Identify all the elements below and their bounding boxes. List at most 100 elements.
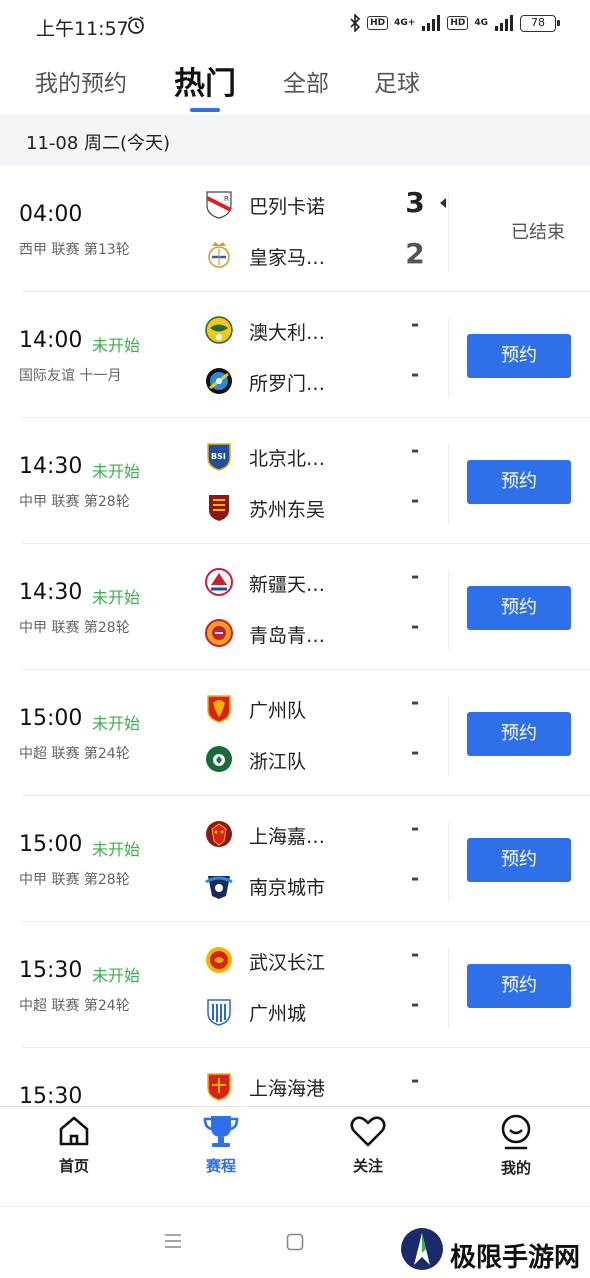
match-time: 14:00: [19, 328, 83, 353]
away-team-name: 南京城市: [249, 877, 326, 899]
match-time: 04:00: [19, 202, 83, 227]
home-team-name: 新疆天…: [249, 574, 326, 596]
match-league: 国际友谊 十一月: [19, 368, 122, 384]
away-score: -: [410, 614, 420, 638]
watermark-logo: 极限手游网: [400, 1227, 590, 1277]
system-home-icon[interactable]: [286, 1233, 304, 1251]
divider: [448, 318, 449, 398]
away-team-name: 所罗门…: [249, 373, 326, 395]
match-state: 未开始: [92, 588, 141, 607]
tab-bar: 我的预约 热门 全部 足球: [0, 52, 590, 114]
home-team-name: 上海海港: [249, 1078, 326, 1100]
match-row[interactable]: 15:30 未开始 中超 联赛 第24轮 武汉长江 广州城 - - 预约: [19, 922, 590, 1048]
home-icon: [59, 1116, 89, 1146]
divider: [448, 192, 449, 272]
nav-schedule-label: 赛程: [205, 1157, 236, 1175]
signal-icon: [495, 15, 513, 31]
bottom-nav: 首页 赛程 关注 我的: [0, 1106, 590, 1206]
away-team-name: 浙江队: [249, 751, 307, 773]
home-score: -: [410, 312, 420, 336]
match-row[interactable]: 15:00 未开始 中超 联赛 第24轮 广州队 浙江队 - - 预约: [19, 670, 590, 796]
match-row[interactable]: 14:00 未开始 国际友谊 十一月 澳大利… 所罗门… - - 预约: [19, 292, 590, 418]
match-row[interactable]: 14:30 未开始 中甲 联赛 第28轮 BSI 北京北… 苏州东吴 - - 预…: [19, 418, 590, 544]
beijing-logo: BSI: [207, 443, 231, 471]
away-score: 2: [405, 237, 425, 270]
match-league: 中超 联赛 第24轮: [19, 746, 130, 762]
status-time: 上午11:57: [36, 18, 129, 40]
away-score: -: [410, 992, 420, 1016]
reserve-button[interactable]: 预约: [467, 460, 571, 504]
nav-home[interactable]: 首页: [34, 1113, 114, 1176]
home-score: -: [410, 564, 420, 588]
shanghai-port-logo: [207, 1073, 231, 1101]
tab-my-reservations[interactable]: 我的预约: [35, 64, 127, 98]
date-text: 11-08 周二(今天): [26, 133, 171, 154]
away-score: -: [410, 362, 420, 386]
home-score: -: [410, 942, 420, 966]
guangzhou-logo: [207, 695, 231, 723]
tab-all[interactable]: 全部: [283, 64, 329, 98]
tab-hot[interactable]: 热门: [174, 58, 236, 103]
menu-icon[interactable]: [164, 1233, 182, 1249]
away-team-name: 皇家马…: [249, 247, 326, 269]
away-score: -: [410, 488, 420, 512]
reserve-button[interactable]: 预约: [467, 586, 571, 630]
heart-icon: [350, 1116, 386, 1147]
nav-schedule[interactable]: 赛程: [181, 1113, 261, 1176]
svg-text:BSI: BSI: [211, 452, 226, 461]
match-list[interactable]: 04:00 西甲 联赛 第13轮 R 巴列卡诺 皇家马… 3 2 已结束 14:…: [0, 166, 590, 1106]
zhejiang-logo: [206, 746, 232, 772]
match-state: 未开始: [92, 966, 141, 985]
signal-icon: [422, 15, 441, 31]
reserve-button[interactable]: 预约: [467, 712, 571, 756]
match-row[interactable]: 15:30 上海海港 -: [19, 1048, 590, 1106]
reserve-button[interactable]: 预约: [467, 964, 571, 1008]
trophy-icon: [203, 1116, 239, 1147]
network-label: 4G+: [394, 17, 416, 28]
match-league: 西甲 联赛 第13轮: [19, 242, 130, 258]
network-label: 4G: [474, 17, 488, 28]
qingdao-logo: [205, 619, 233, 647]
rayo-logo: R: [206, 191, 232, 219]
shanghai-jiading-logo: [206, 821, 232, 847]
match-league: 中甲 联赛 第28轮: [19, 872, 130, 888]
match-time: 15:30: [19, 1084, 83, 1106]
australia-logo: [205, 316, 233, 344]
match-time: 14:30: [19, 580, 83, 605]
hd-badge: HD: [447, 16, 469, 30]
battery-icon: 78: [520, 14, 560, 32]
home-score: -: [410, 1068, 420, 1092]
watermark-text: 极限手游网: [450, 1243, 581, 1273]
match-time: 14:30: [19, 454, 83, 479]
profile-icon: [501, 1114, 531, 1150]
away-score: -: [410, 740, 420, 764]
divider: [448, 948, 449, 1028]
nav-profile[interactable]: 我的: [476, 1113, 556, 1178]
reserve-button[interactable]: 预约: [467, 334, 571, 378]
real-madrid-logo: [208, 242, 230, 268]
match-state: 未开始: [92, 462, 141, 481]
match-row[interactable]: 15:00 未开始 中甲 联赛 第28轮 上海嘉… 南京城市 - - 预约: [19, 796, 590, 922]
match-row[interactable]: 14:30 未开始 中甲 联赛 第28轮 新疆天… 青岛青… - - 预约: [19, 544, 590, 670]
reserve-button[interactable]: 预约: [467, 838, 571, 882]
away-team-name: 广州城: [249, 1003, 307, 1025]
match-status-finished: 已结束: [511, 222, 565, 243]
tab-football[interactable]: 足球: [374, 64, 420, 98]
match-league: 中甲 联赛 第28轮: [19, 620, 130, 636]
match-state: 未开始: [92, 714, 141, 733]
nav-home-label: 首页: [58, 1157, 89, 1175]
home-team-name: 澳大利…: [249, 322, 326, 344]
home-score: -: [410, 438, 420, 462]
home-score: -: [410, 690, 420, 714]
match-state: 未开始: [92, 336, 141, 355]
away-team-name: 青岛青…: [249, 625, 326, 647]
wuhan-logo: [206, 947, 232, 973]
match-state: 未开始: [92, 840, 141, 859]
nav-follow[interactable]: 关注: [328, 1113, 408, 1176]
status-indicators: HD 4G+ HD 4G 78: [349, 14, 560, 32]
match-row[interactable]: 04:00 西甲 联赛 第13轮 R 巴列卡诺 皇家马… 3 2 已结束: [19, 166, 590, 292]
nav-profile-label: 我的: [500, 1159, 531, 1177]
tab-indicator: [190, 108, 220, 112]
away-score: -: [410, 866, 420, 890]
match-league: 中甲 联赛 第28轮: [19, 494, 130, 510]
